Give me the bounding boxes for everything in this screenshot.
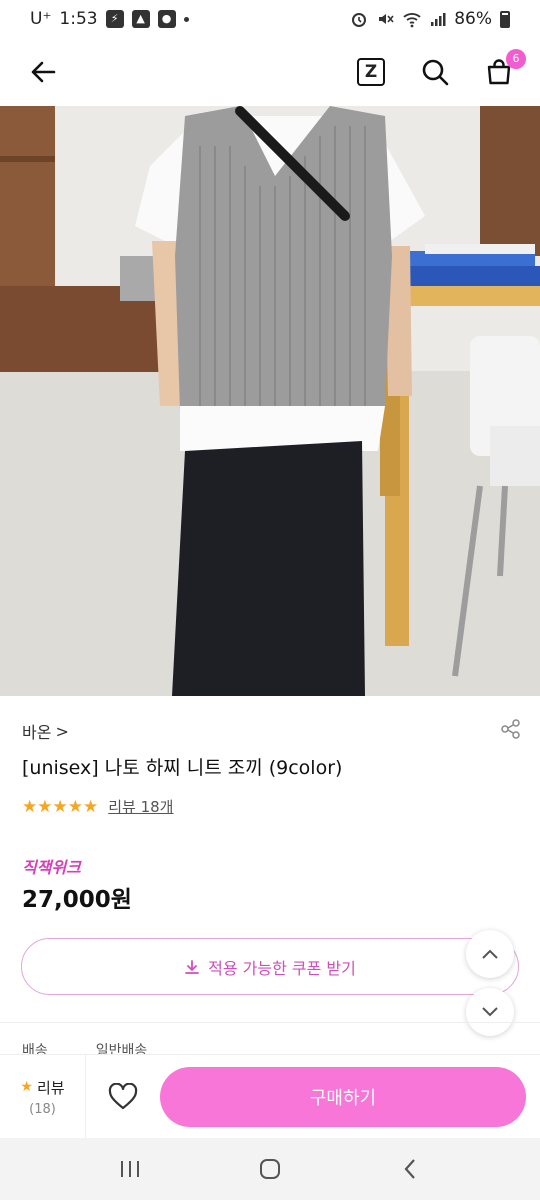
star-icon: ★ [20,1079,33,1095]
buy-button[interactable]: 구매하기 [160,1067,526,1127]
review-count-link[interactable]: 리뷰 18개 [108,796,173,817]
download-icon [185,959,200,974]
search-button[interactable] [418,55,452,89]
chevron-right-icon: > [55,721,69,741]
promo-label: 직잭위크 [22,858,81,877]
header-actions: Z 6 [354,49,526,89]
brand-link[interactable]: 바온 > [22,719,69,743]
share-button[interactable] [500,718,522,744]
heart-icon [108,1082,138,1109]
scroll-down-button[interactable] [466,988,514,1036]
coupon-label: 적용 가능한 쿠폰 받기 [208,958,356,978]
review-label: 리뷰 [36,1078,65,1097]
review-summary-button[interactable]: ★ 리뷰 (18) [0,1054,86,1139]
mute-icon [379,14,394,24]
status-left: U⁺ 1:53 ⚡ ▲ ● [30,9,189,29]
product-image[interactable] [0,106,540,696]
share-icon [501,719,520,739]
battery-percent: 86% [454,9,492,29]
status-right: 86% [350,9,510,29]
brand-row: 바온 > [22,718,522,744]
arrow-left-icon [31,61,56,83]
product-photo [0,106,540,696]
battery-icon [500,10,510,28]
wishlist-button[interactable] [86,1055,160,1139]
product-title: [unisex] 나토 하찌 니트 조끼 (9color) [22,757,343,779]
star-rating: ★★★★★ [22,796,99,817]
shipping-label: 배송 [22,1043,48,1054]
review-count: (18) [29,1101,56,1117]
section-divider [0,1022,540,1023]
more-notifications-icon [183,16,189,22]
home-button[interactable] [250,1149,290,1189]
wifi-icon [403,13,421,28]
shipping-row-peek: 배송 일반배송 [22,1040,262,1054]
z-logo-icon: Z [357,58,385,86]
home-icon [260,1159,280,1179]
scroll-up-button[interactable] [466,930,514,978]
rating-row: ★★★★★ 리뷰 18개 [22,796,173,817]
carrier-label: U⁺ [30,9,52,29]
signal-icon [431,13,446,26]
back-nav-button[interactable] [390,1149,430,1189]
clock: 1:53 [59,9,98,29]
flash-icon: ⚡ [105,10,124,28]
recent-apps-button[interactable] [110,1149,150,1189]
alarm-icon [352,13,367,27]
cart-count-badge: 6 [506,49,526,69]
wechat-icon: ● [157,10,176,28]
brand-name: 바온 [22,723,52,742]
cart-button[interactable]: 6 [482,49,526,89]
shipping-value: 일반배송 [95,1043,148,1054]
app-header: Z 6 [0,38,540,106]
gallery-icon: ▲ [131,10,150,28]
system-nav-bar [0,1138,540,1200]
zigzag-home-button[interactable]: Z [354,55,388,89]
status-bar: U⁺ 1:53 ⚡ ▲ ● 86% [0,0,540,38]
coupon-download-button[interactable]: 적용 가능한 쿠폰 받기 [21,938,519,995]
bottom-action-bar: ★ 리뷰 (18) 구매하기 [0,1054,540,1139]
search-icon [422,59,449,86]
chevron-left-icon [404,1159,415,1179]
back-button[interactable] [26,55,60,89]
chevron-down-icon [482,1007,498,1017]
chevron-up-icon [482,949,498,959]
product-price: 27,000원 [22,887,132,913]
review-summary-top: ★ 리뷰 [20,1077,64,1098]
recent-apps-icon [121,1161,139,1177]
